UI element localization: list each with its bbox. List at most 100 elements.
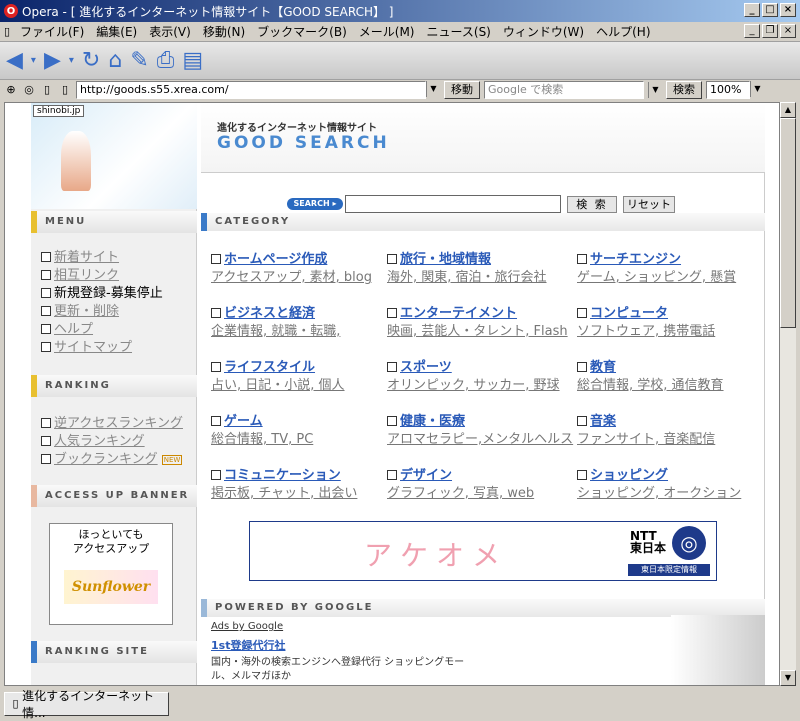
menu-mail[interactable]: メール(M) bbox=[353, 23, 421, 40]
category-subs[interactable]: アロマセラピー,メンタルヘルス bbox=[387, 431, 577, 449]
maximize-button[interactable]: □ bbox=[762, 3, 778, 17]
back-dropdown-icon[interactable]: ▾ bbox=[31, 48, 36, 74]
forward-arrow-icon[interactable]: ▶ bbox=[44, 48, 61, 74]
category-subs[interactable]: ソフトウェア, 携帯電話 bbox=[577, 323, 767, 341]
category-title-link[interactable]: ゲーム bbox=[224, 414, 263, 429]
category-subs[interactable]: ゲーム, ショッピング, 懸賞 bbox=[577, 269, 767, 287]
category-item[interactable]: ショッピングショッピング, オークション bbox=[577, 467, 767, 503]
zoom-field[interactable]: 100% bbox=[706, 81, 750, 99]
category-subs[interactable]: アクセスアップ, 素材, blog bbox=[211, 269, 401, 287]
print-icon[interactable]: ⎙ bbox=[157, 48, 175, 74]
category-title-link[interactable]: スポーツ bbox=[400, 360, 452, 375]
category-item[interactable]: コンピュータソフトウェア, 携帯電話 bbox=[577, 305, 767, 341]
category-title-link[interactable]: 音楽 bbox=[590, 414, 616, 429]
google-search-input[interactable]: Google で検索 bbox=[484, 81, 644, 99]
menu-item-sitemap[interactable]: サイトマップ bbox=[41, 339, 197, 357]
sunflower-logo[interactable]: Sunflower bbox=[64, 570, 158, 604]
category-subs[interactable]: 海外, 関東, 宿泊・旅行会社 bbox=[387, 269, 577, 287]
ranking-item-book[interactable]: ブックランキング NEW bbox=[41, 451, 197, 469]
category-item[interactable]: ゲーム 総合情報, TV, PC bbox=[211, 413, 401, 449]
category-title-link[interactable]: サーチエンジン bbox=[590, 252, 681, 267]
site-search-input[interactable] bbox=[345, 195, 561, 213]
reset-button[interactable]: リセット bbox=[623, 196, 675, 213]
zoom-dropdown-icon[interactable]: ▼ bbox=[750, 81, 764, 97]
url-dropdown-icon[interactable]: ▼ bbox=[426, 81, 440, 97]
search-engine-dropdown-icon[interactable]: ▼ bbox=[648, 82, 662, 98]
category-title-link[interactable]: 教育 bbox=[590, 360, 616, 375]
category-item[interactable]: 健康・医療 アロマセラピー,メンタルヘルス bbox=[387, 413, 577, 449]
site-logo[interactable]: 進化するインターネット情報サイト GOOD SEARCH bbox=[201, 103, 765, 173]
menu-news[interactable]: ニュース(S) bbox=[420, 23, 496, 40]
category-title-link[interactable]: 旅行・地域情報 bbox=[400, 252, 491, 267]
menu-edit[interactable]: 編集(E) bbox=[90, 23, 143, 40]
category-subs[interactable]: 映画, 芸能人・タレント, Flash bbox=[387, 323, 577, 341]
category-item[interactable]: コミュニケーション掲示板, チャット, 出会い bbox=[211, 467, 401, 503]
category-title-link[interactable]: ショッピング bbox=[590, 468, 668, 483]
scroll-down-icon[interactable]: ▼ bbox=[780, 670, 796, 686]
reload-icon[interactable]: ↻ bbox=[82, 48, 100, 74]
ranking-item-popular[interactable]: 人気ランキング bbox=[41, 433, 197, 451]
home-icon[interactable]: ⌂ bbox=[108, 48, 122, 74]
category-subs[interactable]: ショッピング, オークション bbox=[577, 485, 767, 503]
menu-view[interactable]: 表示(V) bbox=[143, 23, 197, 40]
category-item[interactable]: 音楽ファンサイト, 音楽配信 bbox=[577, 413, 767, 449]
category-subs[interactable]: オリンピック, サッカー, 野球 bbox=[387, 377, 577, 395]
security-icon[interactable]: ⊕ bbox=[4, 83, 18, 97]
category-title-link[interactable]: エンターテイメント bbox=[400, 306, 517, 321]
ads-by-google-link[interactable]: Ads by Google bbox=[211, 621, 283, 632]
ntt-ad-banner[interactable]: アケオメ NTT 東日本 ◎ 東日本限定情報 bbox=[249, 521, 717, 581]
camera-icon[interactable]: ◎ bbox=[22, 83, 36, 97]
category-subs[interactable]: グラフィック, 写真, web bbox=[387, 485, 577, 503]
search-button[interactable]: 検索 bbox=[666, 81, 702, 99]
category-title-link[interactable]: デザイン bbox=[400, 468, 452, 483]
scroll-up-icon[interactable]: ▲ bbox=[780, 102, 796, 118]
menu-bookmarks[interactable]: ブックマーク(B) bbox=[251, 23, 353, 40]
category-item[interactable]: サーチエンジンゲーム, ショッピング, 懸賞 bbox=[577, 251, 767, 287]
category-title-link[interactable]: ビジネスと経済 bbox=[224, 306, 315, 321]
category-item[interactable]: ホームページ作成アクセスアップ, 素材, blog bbox=[211, 251, 401, 287]
menu-file[interactable]: ファイル(F) bbox=[14, 23, 90, 40]
page-tab[interactable]: ▯ 進化するインターネット情... bbox=[4, 689, 169, 720]
mdi-restore-button[interactable]: ❐ bbox=[762, 24, 778, 38]
go-button[interactable]: 移動 bbox=[444, 81, 480, 99]
ranking-item-reverse-access[interactable]: 逆アクセスランキング bbox=[41, 415, 197, 433]
category-title-link[interactable]: ホームページ作成 bbox=[224, 252, 327, 267]
vertical-scrollbar[interactable]: ▲ ▼ bbox=[780, 102, 796, 686]
category-subs[interactable]: 占い, 日記・小説, 個人 bbox=[211, 377, 401, 395]
mdi-close-button[interactable]: × bbox=[780, 24, 796, 38]
category-title-link[interactable]: コミュニケーション bbox=[224, 468, 341, 483]
menu-item-update[interactable]: 更新・削除 bbox=[41, 303, 197, 321]
category-item[interactable]: 教育総合情報, 学校, 通信教育 bbox=[577, 359, 767, 395]
category-item[interactable]: ライフスタイル占い, 日記・小説, 個人 bbox=[211, 359, 401, 395]
menu-item-new-sites[interactable]: 新着サイト bbox=[41, 249, 197, 267]
scroll-thumb[interactable] bbox=[780, 118, 796, 328]
document-icon[interactable]: ▤ bbox=[182, 48, 203, 74]
back-arrow-icon[interactable]: ◀ bbox=[6, 48, 23, 74]
mdi-minimize-button[interactable]: _ bbox=[744, 24, 760, 38]
new-page-icon[interactable]: ▯ bbox=[40, 83, 54, 97]
minimize-button[interactable]: _ bbox=[744, 3, 760, 17]
shinobi-badge[interactable]: shinobi.jp bbox=[33, 105, 85, 117]
search-submit-button[interactable]: 検 索 bbox=[567, 196, 617, 213]
menu-help[interactable]: ヘルプ(H) bbox=[590, 23, 656, 40]
close-button[interactable]: × bbox=[780, 3, 796, 17]
category-subs[interactable]: 掲示板, チャット, 出会い bbox=[211, 485, 401, 503]
access-up-banner[interactable]: ほっといても アクセスアップ Sunflower bbox=[49, 523, 173, 625]
category-item[interactable]: 旅行・地域情報海外, 関東, 宿泊・旅行会社 bbox=[387, 251, 577, 287]
copy-page-icon[interactable]: ▯ bbox=[58, 83, 72, 97]
category-subs[interactable]: 企業情報, 就職・転職, bbox=[211, 323, 401, 341]
category-subs[interactable]: 総合情報, 学校, 通信教育 bbox=[577, 377, 767, 395]
category-item[interactable]: デザイングラフィック, 写真, web bbox=[387, 467, 577, 503]
hotlist-icon[interactable]: ✎ bbox=[130, 48, 148, 74]
ad1-title-link[interactable]: 1st登録代行社 bbox=[211, 637, 285, 653]
category-subs[interactable]: ファンサイト, 音楽配信 bbox=[577, 431, 767, 449]
url-input[interactable]: http://goods.s55.xrea.com/ bbox=[76, 81, 426, 99]
category-item[interactable]: エンターテイメント映画, 芸能人・タレント, Flash bbox=[387, 305, 577, 341]
menu-item-links[interactable]: 相互リンク bbox=[41, 267, 197, 285]
category-title-link[interactable]: ライフスタイル bbox=[224, 360, 315, 375]
menu-navigate[interactable]: 移動(N) bbox=[197, 23, 251, 40]
menu-item-help[interactable]: ヘルプ bbox=[41, 321, 197, 339]
category-item[interactable]: スポーツオリンピック, サッカー, 野球 bbox=[387, 359, 577, 395]
category-title-link[interactable]: コンピュータ bbox=[590, 306, 668, 321]
menu-window[interactable]: ウィンドウ(W) bbox=[497, 23, 590, 40]
